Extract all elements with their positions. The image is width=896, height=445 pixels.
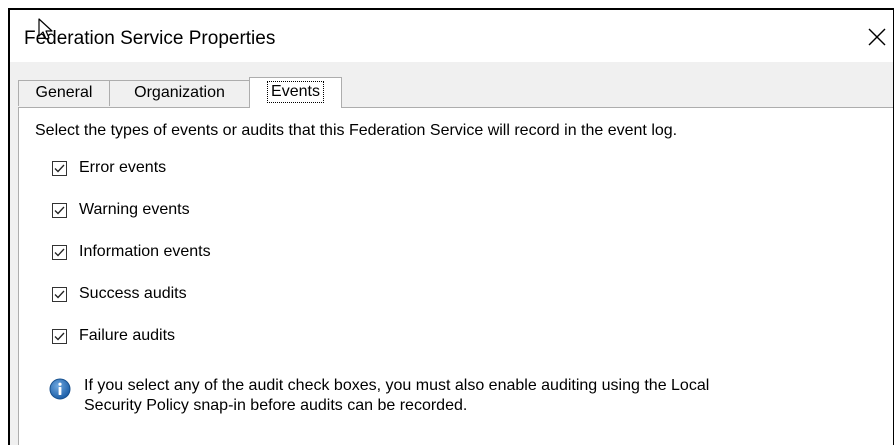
close-icon [868, 28, 886, 46]
events-tab-panel: Select the types of events or audits tha… [18, 107, 893, 445]
audit-info-note: If you select any of the audit check box… [49, 376, 710, 416]
success-audits-label: Success audits [79, 285, 187, 302]
checkmark-icon [54, 290, 65, 298]
error-events-checkbox-row[interactable]: Error events [52, 156, 166, 180]
error-events-checkbox[interactable] [52, 160, 67, 176]
success-audits-checkbox[interactable] [52, 286, 67, 302]
failure-audits-label: Failure audits [79, 327, 176, 344]
close-button[interactable] [863, 22, 893, 54]
dialog-window: Federation Service Properties General Or… [8, 8, 894, 445]
tab-events-label: Events [267, 81, 324, 103]
checkmark-icon [54, 332, 65, 340]
events-intro-text: Select the types of events or audits tha… [35, 122, 678, 139]
error-events-label: Error events [79, 159, 167, 176]
title-bar[interactable]: Federation Service Properties [10, 10, 893, 62]
tab-organization[interactable]: Organization [109, 80, 250, 106]
tab-general[interactable]: General [18, 80, 110, 106]
mouse-cursor-icon [38, 18, 53, 40]
checkmark-icon [54, 248, 65, 256]
warning-events-label: Warning events [79, 201, 190, 218]
audit-info-text: If you select any of the audit check box… [84, 376, 710, 416]
information-events-checkbox-row[interactable]: Information events [52, 240, 211, 264]
checkmark-icon [54, 206, 65, 214]
info-icon [49, 378, 71, 400]
failure-audits-checkbox[interactable] [52, 328, 67, 344]
warning-events-checkbox[interactable] [52, 202, 67, 218]
information-events-label: Information events [79, 243, 211, 260]
success-audits-checkbox-row[interactable]: Success audits [52, 282, 187, 306]
dialog-body: General Organization Events Select the t… [10, 62, 893, 445]
tab-events[interactable]: Events [249, 77, 342, 108]
failure-audits-checkbox-row[interactable]: Failure audits [52, 324, 175, 348]
audit-info-line-1: If you select any of the audit check box… [84, 377, 710, 394]
window-title: Federation Service Properties [24, 28, 276, 49]
warning-events-checkbox-row[interactable]: Warning events [52, 198, 190, 222]
audit-info-line-2: Security Policy snap-in before audits ca… [84, 397, 468, 414]
information-events-checkbox[interactable] [52, 244, 67, 260]
checkmark-icon [54, 164, 65, 172]
